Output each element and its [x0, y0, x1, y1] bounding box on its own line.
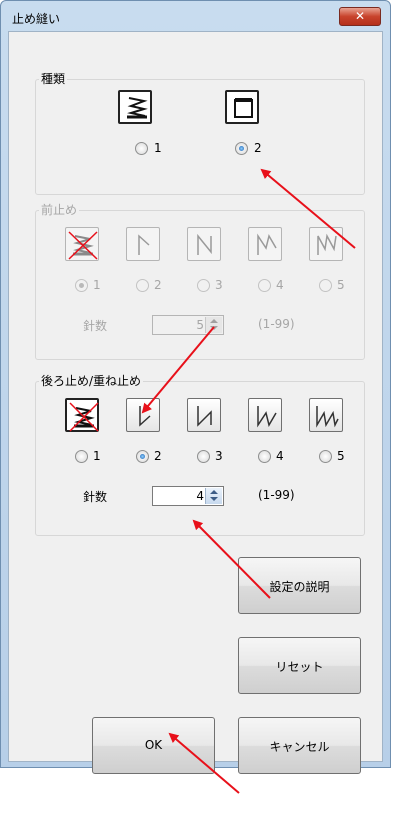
back-radio-4-label: 4 — [276, 449, 284, 463]
cancel-button[interactable]: キャンセル — [238, 717, 361, 774]
tack-pattern-4-icon — [257, 233, 277, 255]
back-radio-1[interactable] — [75, 450, 88, 463]
title-bar[interactable]: 止め縫い ✕ — [1, 1, 390, 31]
dialog-window: 止め縫い ✕ 種類 1 2 前止め 1 2 3 4 5 針数 5 (1-99) … — [0, 0, 391, 774]
back-option-4-button[interactable] — [248, 398, 282, 432]
kind-radio-2-label: 2 — [254, 141, 262, 155]
reset-label: リセット — [275, 660, 324, 674]
ok-label: OK — [144, 738, 163, 752]
front-option-2-button[interactable] — [126, 227, 160, 261]
front-stitch-spinner[interactable]: 5 — [152, 315, 224, 335]
dialog-title: 止め縫い — [12, 12, 61, 26]
spinner-arrows-icon[interactable] — [205, 488, 222, 504]
front-radio-4-label: 4 — [276, 278, 284, 292]
front-radio-1[interactable] — [75, 279, 88, 292]
back-stitch-label: 針数 — [83, 490, 108, 504]
tack-pattern-5-icon — [317, 233, 337, 255]
zigzag-stitch-icon — [127, 97, 148, 119]
front-stop-legend: 前止め — [39, 201, 80, 218]
tack-pattern-2-icon — [139, 406, 151, 427]
no-tack-icon — [68, 231, 98, 260]
front-radio-2-label: 2 — [154, 278, 162, 292]
back-option-2-button[interactable] — [126, 398, 160, 432]
front-radio-2[interactable] — [136, 279, 149, 292]
kind-radio-2[interactable] — [235, 142, 248, 155]
front-radio-4[interactable] — [258, 279, 271, 292]
back-stitch-value: 4 — [196, 489, 204, 503]
kind-option-1-button[interactable] — [118, 90, 152, 124]
close-icon: ✕ — [354, 9, 366, 23]
front-stitch-range: (1-99) — [258, 317, 295, 331]
back-option-5-button[interactable] — [309, 398, 343, 432]
tack-pattern-2-icon — [138, 234, 150, 255]
back-stitch-spinner[interactable]: 4 — [152, 486, 224, 506]
explain-settings-label: 設定の説明 — [269, 580, 330, 594]
kind-option-2-button[interactable] — [225, 90, 259, 124]
front-radio-5[interactable] — [319, 279, 332, 292]
front-stitch-label: 針数 — [83, 319, 108, 333]
front-option-1-button[interactable] — [65, 227, 99, 261]
close-button[interactable]: ✕ — [339, 7, 381, 26]
back-radio-2-label: 2 — [154, 449, 162, 463]
back-stitch-range: (1-99) — [258, 488, 295, 502]
back-option-3-button[interactable] — [187, 398, 221, 432]
tack-pattern-5-icon — [316, 406, 339, 428]
spinner-arrows-icon[interactable] — [205, 317, 222, 333]
back-radio-4[interactable] — [258, 450, 271, 463]
tack-pattern-3-icon — [197, 233, 212, 255]
front-option-5-button[interactable] — [309, 227, 343, 261]
front-stitch-value: 5 — [196, 318, 204, 332]
kind-radio-1-label: 1 — [154, 141, 162, 155]
square-stitch-icon — [234, 98, 253, 118]
kind-legend: 種類 — [39, 70, 68, 87]
front-radio-5-label: 5 — [337, 278, 345, 292]
back-option-1-button[interactable] — [65, 398, 99, 432]
back-stop-legend: 後ろ止め/重ね止め — [39, 372, 144, 389]
back-radio-3-label: 3 — [215, 449, 223, 463]
no-tack-icon — [69, 402, 99, 432]
back-radio-5[interactable] — [319, 450, 332, 463]
tack-pattern-3-icon — [197, 406, 212, 427]
kind-group — [35, 79, 365, 195]
back-radio-1-label: 1 — [93, 449, 101, 463]
reset-button[interactable]: リセット — [238, 637, 361, 694]
ok-button[interactable]: OK — [92, 717, 215, 774]
front-option-3-button[interactable] — [187, 227, 221, 261]
back-radio-5-label: 5 — [337, 449, 345, 463]
back-radio-3[interactable] — [197, 450, 210, 463]
back-radio-2[interactable] — [136, 450, 149, 463]
explain-settings-button[interactable]: 設定の説明 — [238, 557, 361, 614]
dialog-client-area: 種類 1 2 前止め 1 2 3 4 5 針数 5 (1-99) 後ろ止め/重ね… — [8, 31, 383, 774]
front-option-4-button[interactable] — [248, 227, 282, 261]
front-radio-3-label: 3 — [215, 278, 223, 292]
front-radio-3[interactable] — [197, 279, 210, 292]
kind-radio-1[interactable] — [135, 142, 148, 155]
cancel-label: キャンセル — [269, 740, 330, 754]
front-radio-1-label: 1 — [93, 278, 101, 292]
tack-pattern-4-icon — [257, 406, 277, 428]
